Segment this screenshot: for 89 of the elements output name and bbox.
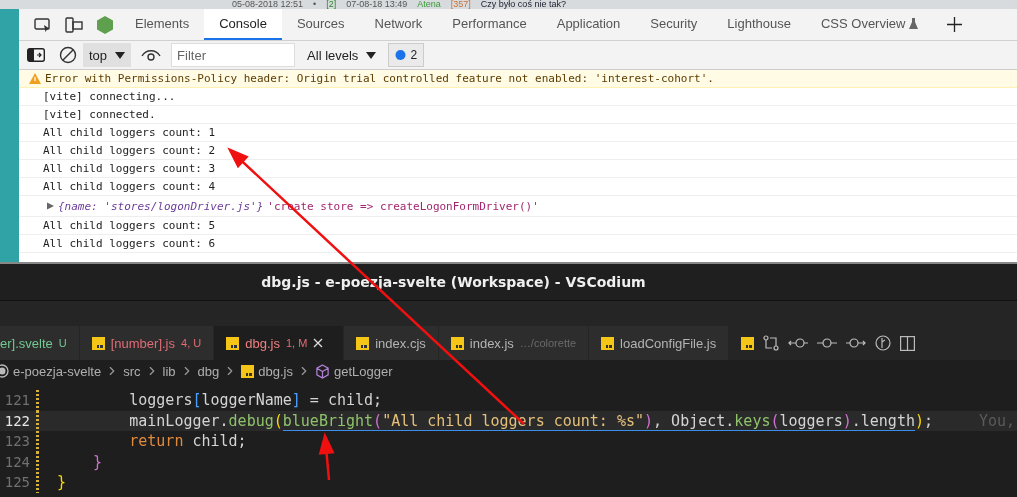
editor-tab[interactable]: index.js …/colorette [438,326,590,360]
breadcrumb[interactable]: lib [162,363,176,379]
object-preview[interactable]: {name: 'stores/logonDriver.js'} [58,199,264,213]
warning-message: Error with Permissions-Policy header: Origin trial controlled feature not enabled: 'interest-cohort'. [45,72,714,85]
commit-icon[interactable] [817,337,838,349]
log-message: [vite] connected. [43,108,156,121]
git-branch-icon[interactable] [875,335,892,351]
breadcrumb[interactable]: e-poezja-svelte [13,363,102,379]
cube-icon [314,363,330,379]
annotation-arrow [319,434,335,482]
background-page-text: • [313,0,317,9]
levels-dropdown[interactable]: All levels [301,47,383,63]
expand-triangle-icon[interactable] [47,202,54,210]
close-icon[interactable] [313,338,324,348]
line-number: 121 [3,392,30,409]
editor-tab[interactable]: loadConfigFile.js [589,326,730,360]
editor-tab[interactable]: index.cjs [344,326,439,360]
context-select[interactable]: top [83,43,132,67]
tab-label: index.js [469,335,514,351]
log-message: [vite] connecting... [43,90,176,103]
device-toolbar-icon[interactable] [64,16,83,33]
log-message: All child loggers count: 3 [43,162,216,175]
panel-tab[interactable]: Sources [281,9,360,40]
log-message: All child loggers count: 2 [43,144,216,157]
line-number: 122 [3,412,30,429]
tab-path: …/colorette [519,337,577,349]
breadcrumb[interactable]: src [123,363,141,379]
caret-icon [366,51,377,59]
warning-icon [29,73,41,84]
background-page-text: [357] [450,0,471,9]
breadcrumb[interactable]: getLogger [333,363,393,379]
code-line: loggers[loggerName] = child; [128,391,383,410]
sidebar-toggle-icon[interactable] [27,48,45,62]
javascript-file-icon [741,336,755,350]
caret-icon [115,51,126,59]
code-line: } [57,473,67,492]
log-message: All child loggers count: 1 [43,126,216,139]
tab-status: 1, M [285,337,308,349]
panel-tab[interactable]: CSS Overview [805,9,934,40]
tab-label: dbg.js [245,335,280,351]
previous-change-icon[interactable] [788,337,809,349]
plus-icon[interactable] [947,17,963,32]
issues-button[interactable]: 2 [388,43,425,67]
tab-label: index.cjs [375,335,426,351]
background-page-text: [2] [326,0,337,9]
background-page-text: 05-08-2018 12:51 [232,0,304,9]
log-message: All child loggers count: 4 [43,180,216,193]
hexagon-icon[interactable] [96,15,113,34]
panel-tab[interactable]: Lighthouse [712,9,806,40]
javascript-file-icon [91,336,105,350]
log-message: All child loggers count: 5 [43,219,216,232]
javascript-file-icon [450,336,464,350]
panel-tab[interactable]: Security [635,9,713,40]
breadcrumb[interactable]: dbg.js [258,363,293,379]
line-number: 124 [3,453,30,470]
panel-tab[interactable]: Application [541,9,636,40]
javascript-file-icon [356,336,370,350]
panel-tab[interactable]: Elements [120,9,205,40]
javascript-file-icon [601,336,615,350]
javascript-file-icon [241,364,255,378]
panel-tab[interactable]: Performance [437,9,542,40]
split-editor-icon[interactable] [900,335,916,351]
message-icon [395,49,407,61]
line-number: 125 [3,474,30,491]
tab-status: 4, U [181,337,202,349]
background-page-text: Czy było coś nie tak? [480,0,566,9]
panel-tab[interactable]: Console [204,9,282,40]
background-page-text: 07-08-18 13:49 [346,0,408,9]
next-change-icon[interactable] [846,337,867,349]
inspect-icon[interactable] [33,16,52,33]
code-line: } [92,452,103,471]
panel-tab[interactable]: Network [359,9,438,40]
editor-tab[interactable]: [number].js 4, U [79,326,215,360]
eye-icon[interactable] [141,49,162,61]
editor-tab[interactable]: dbg.js 1, M [214,326,345,360]
breadcrumb[interactable]: dbg [197,363,220,379]
background-page-text: Atena [417,0,441,9]
tab-status: U [58,337,67,349]
javascript-file-icon [226,336,240,350]
log-message: All child loggers count: 6 [43,237,216,250]
line-number: 123 [3,433,30,450]
filter-field[interactable]: Filter [171,43,296,67]
tab-label: loadConfigFile.js [620,335,717,351]
clear-console-icon[interactable] [59,46,77,64]
tab-label: er].svelte [0,335,53,351]
tab-label: [number].js [110,335,175,351]
compare-changes-icon[interactable] [763,335,780,351]
editor-tab[interactable]: er].svelte U [0,326,80,360]
code-line: return child; [128,432,247,451]
